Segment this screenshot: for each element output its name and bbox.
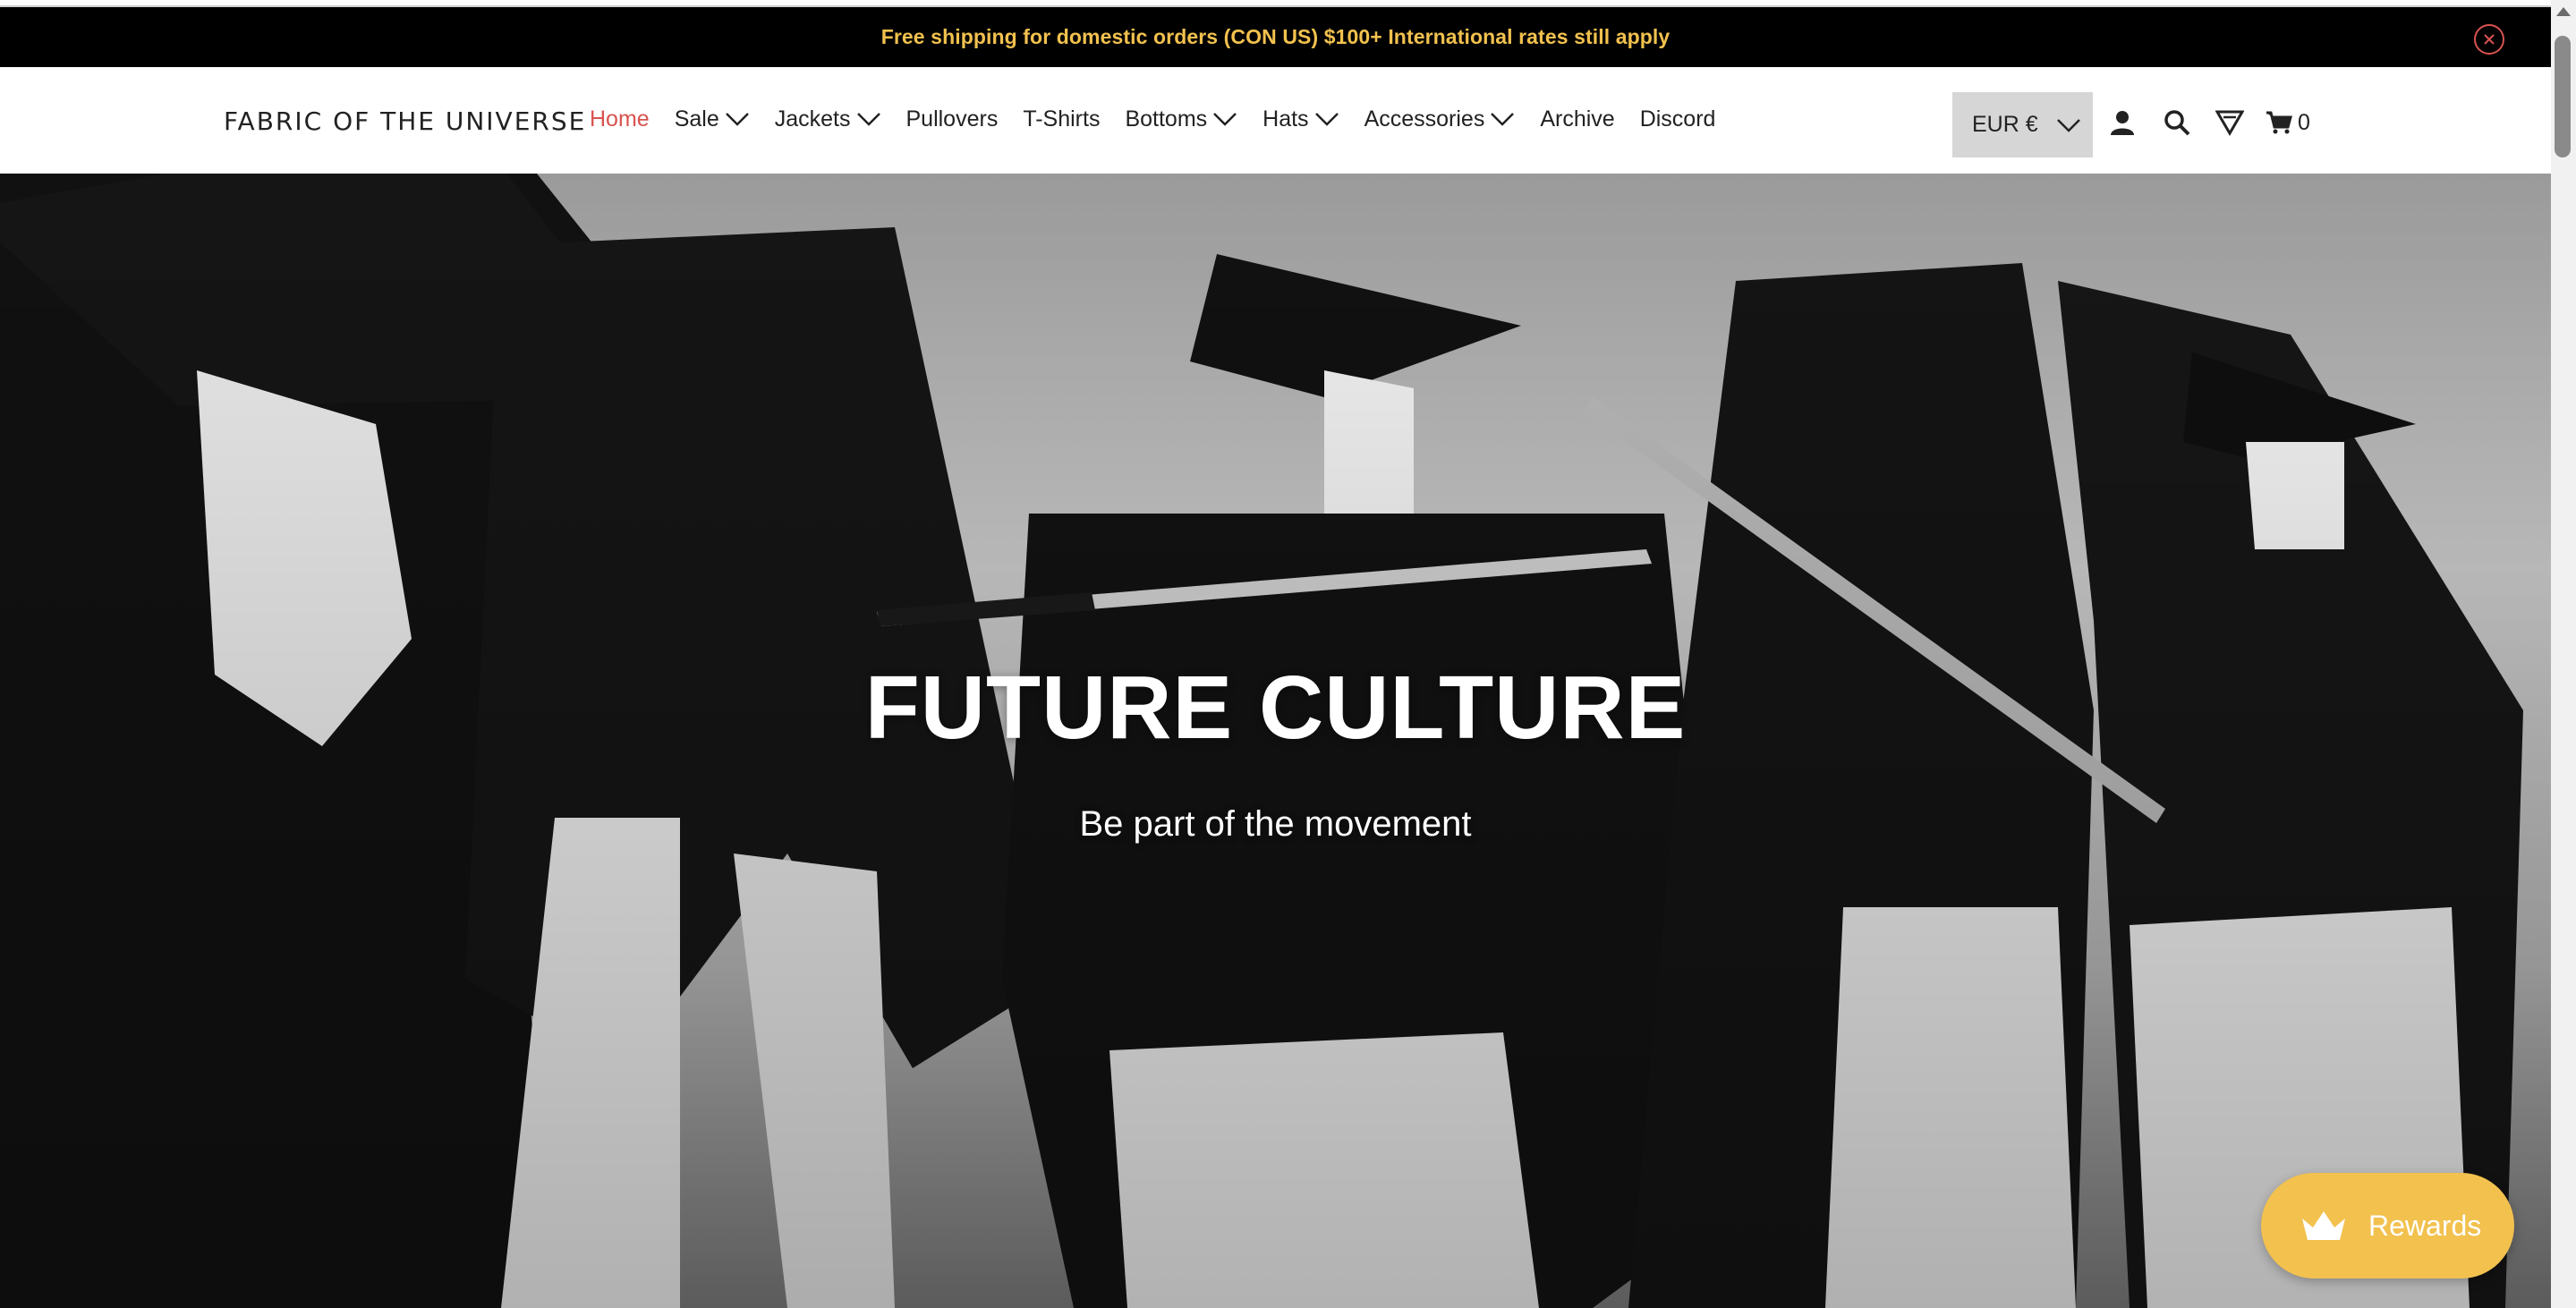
nav-item-bottoms[interactable]: Bottoms (1125, 106, 1237, 132)
crown-icon (2302, 1211, 2345, 1240)
nav-item-label: Bottoms (1125, 106, 1208, 132)
chevron-down-icon (1491, 113, 1515, 126)
chevron-down-icon (1314, 113, 1339, 126)
hero-banner[interactable]: FUTURE CULTURE Be part of the movement (0, 174, 2551, 1308)
close-icon[interactable] (2474, 24, 2504, 55)
nav-item-home[interactable]: Home (590, 106, 650, 132)
search-icon[interactable] (2161, 106, 2193, 139)
currency-selector[interactable]: EUR € (1952, 92, 2093, 157)
chevron-down-icon (1213, 113, 1237, 126)
account-icon[interactable] (2106, 106, 2138, 139)
filter-icon[interactable] (2214, 106, 2246, 139)
rewards-button[interactable]: Rewards (2261, 1173, 2514, 1278)
hero-title: FUTURE CULTURE (864, 658, 1687, 758)
scroll-up-arrow-icon[interactable] (2556, 7, 2571, 16)
nav-item-accessories[interactable]: Accessories (1365, 106, 1516, 132)
announcement-text: Free shipping for domestic orders (CON U… (880, 25, 1671, 48)
chevron-down-icon (725, 113, 749, 126)
nav-item-label: Accessories (1364, 106, 1485, 132)
site-header: FABRIC OF THE UNIVERSE Home Sale Jackets… (0, 67, 2551, 174)
chevron-down-icon (2056, 118, 2080, 132)
nav-item-label: Home (590, 106, 650, 132)
chevron-down-icon (856, 113, 880, 126)
nav-item-label: T-Shirts (1023, 106, 1101, 132)
nav-item-jackets[interactable]: Jackets (775, 106, 881, 132)
main-nav: Home Sale Jackets Pullovers T-Shirts Bot… (590, 103, 1740, 135)
nav-item-label: Archive (1540, 106, 1615, 132)
nav-item-sale[interactable]: Sale (675, 106, 750, 132)
hero-subtitle: Be part of the movement (1079, 804, 1472, 844)
nav-item-label: Hats (1262, 106, 1309, 132)
nav-item-label: Pullovers (905, 106, 999, 132)
nav-item-pullovers[interactable]: Pullovers (906, 106, 999, 132)
cart-icon[interactable] (2263, 106, 2295, 139)
nav-item-label: Sale (674, 106, 719, 132)
scrollbar-thumb[interactable] (2555, 36, 2571, 157)
vertical-scrollbar[interactable] (2551, 0, 2576, 1308)
nav-item-label: Jackets (774, 106, 851, 132)
currency-value: EUR € (1972, 112, 2038, 137)
nav-item-label: Discord (1639, 106, 1716, 132)
nav-item-archive[interactable]: Archive (1540, 106, 1614, 132)
nav-item-discord[interactable]: Discord (1640, 106, 1716, 132)
nav-item-tshirts[interactable]: T-Shirts (1023, 106, 1100, 132)
announcement-bar: Free shipping for domestic orders (CON U… (0, 7, 2551, 67)
rewards-label: Rewards (2368, 1209, 2482, 1242)
nav-item-hats[interactable]: Hats (1262, 106, 1339, 132)
cart-count: 0 (2298, 110, 2310, 135)
site-logo[interactable]: FABRIC OF THE UNIVERSE (224, 106, 586, 136)
browser-top-edge (0, 0, 2551, 7)
